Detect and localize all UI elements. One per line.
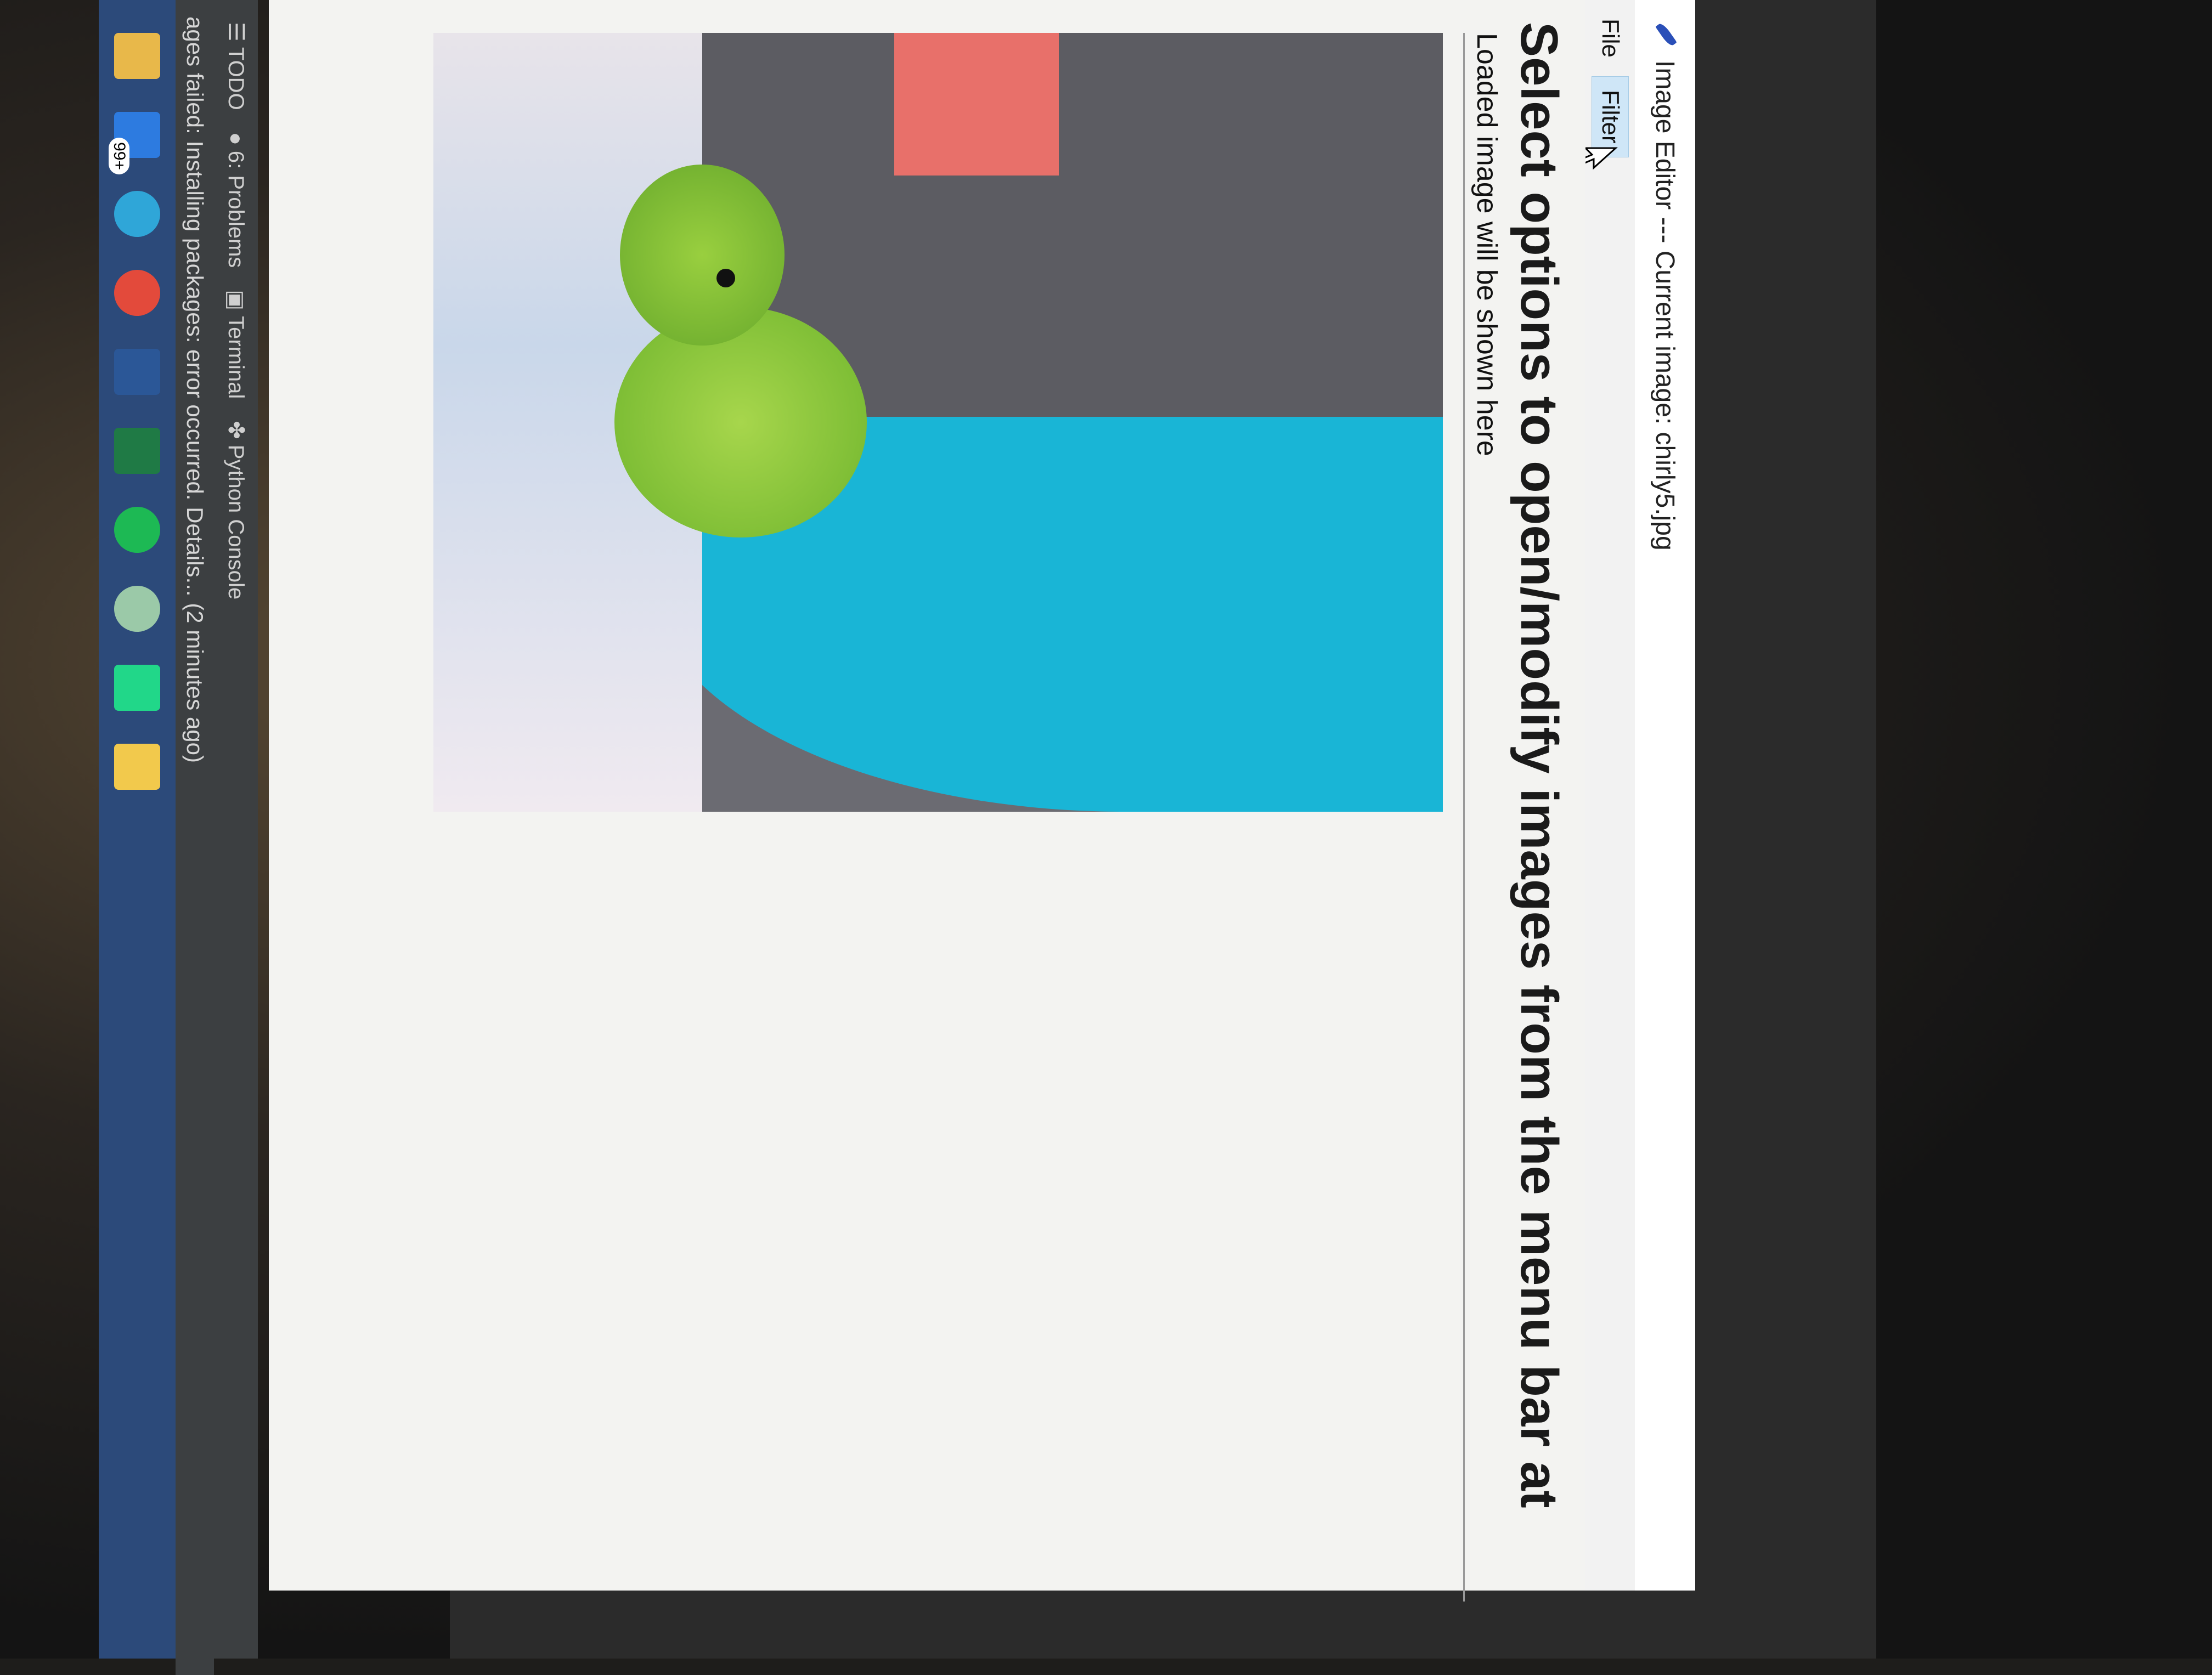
- image-placeholder-label: Loaded image will be shown here: [1471, 33, 1503, 456]
- image-editor-window: Image Editor --- Current image: chirly5.…: [49, 0, 1695, 1602]
- parrot-body: [614, 307, 867, 537]
- parrot-eye: [716, 269, 735, 287]
- terminal-icon: ▣: [224, 290, 248, 311]
- python-icon[interactable]: [114, 744, 160, 790]
- mail-badge: 99+: [109, 138, 129, 174]
- tool-tab-label: Terminal: [224, 316, 249, 399]
- tool-tab-problems[interactable]: ● 6: Problems: [224, 132, 249, 268]
- instruction-heading: Select options to open/modify images fro…: [1510, 22, 1568, 1508]
- edge-icon[interactable]: [114, 191, 160, 237]
- menu-bar: File Filter: [1585, 0, 1635, 1591]
- chrome-icon[interactable]: [114, 270, 160, 316]
- tool-tab-todo[interactable]: ☰ TODO: [223, 22, 249, 110]
- problems-icon: ●: [224, 132, 249, 145]
- photos-icon[interactable]: [114, 586, 160, 632]
- tool-tab-python-console[interactable]: ✤ Python Console: [223, 421, 249, 599]
- parrot-head: [620, 165, 785, 346]
- ide-tool-tabs: ☰ TODO ● 6: Problems ▣ Terminal ✤ Python…: [214, 0, 258, 1659]
- spotify-icon[interactable]: [114, 507, 160, 553]
- menu-file[interactable]: File: [1592, 5, 1628, 71]
- pycharm-icon[interactable]: [114, 665, 160, 711]
- title-bar: Image Editor --- Current image: chirly5.…: [1634, 0, 1695, 1591]
- list-icon: ☰: [224, 22, 248, 42]
- excel-icon[interactable]: [114, 428, 160, 474]
- screen: Image Editor --- Current image: chirly5.…: [99, 0, 1876, 1675]
- tool-tab-terminal[interactable]: ▣ Terminal: [223, 290, 249, 399]
- feather-icon: [1649, 16, 1681, 49]
- main-content: Select options to open/modify images fro…: [269, 0, 1585, 1602]
- file-explorer-icon[interactable]: [114, 33, 160, 79]
- tool-tab-label: Python Console: [224, 444, 249, 600]
- separator: [1463, 33, 1465, 1602]
- tool-tab-label: TODO: [224, 47, 249, 110]
- windows-taskbar: 99+: [99, 0, 176, 1659]
- tool-tab-label: 6: Problems: [224, 150, 249, 268]
- ide-status-message[interactable]: ages failed: Installing packages: error …: [176, 0, 214, 1675]
- word-icon[interactable]: [114, 349, 160, 395]
- python-icon: ✤: [224, 421, 248, 439]
- window-title: Image Editor --- Current image: chirly5.…: [1650, 60, 1680, 551]
- loaded-image: [433, 33, 1443, 812]
- mail-icon[interactable]: 99+: [109, 112, 160, 174]
- red-cloth: [894, 33, 1059, 176]
